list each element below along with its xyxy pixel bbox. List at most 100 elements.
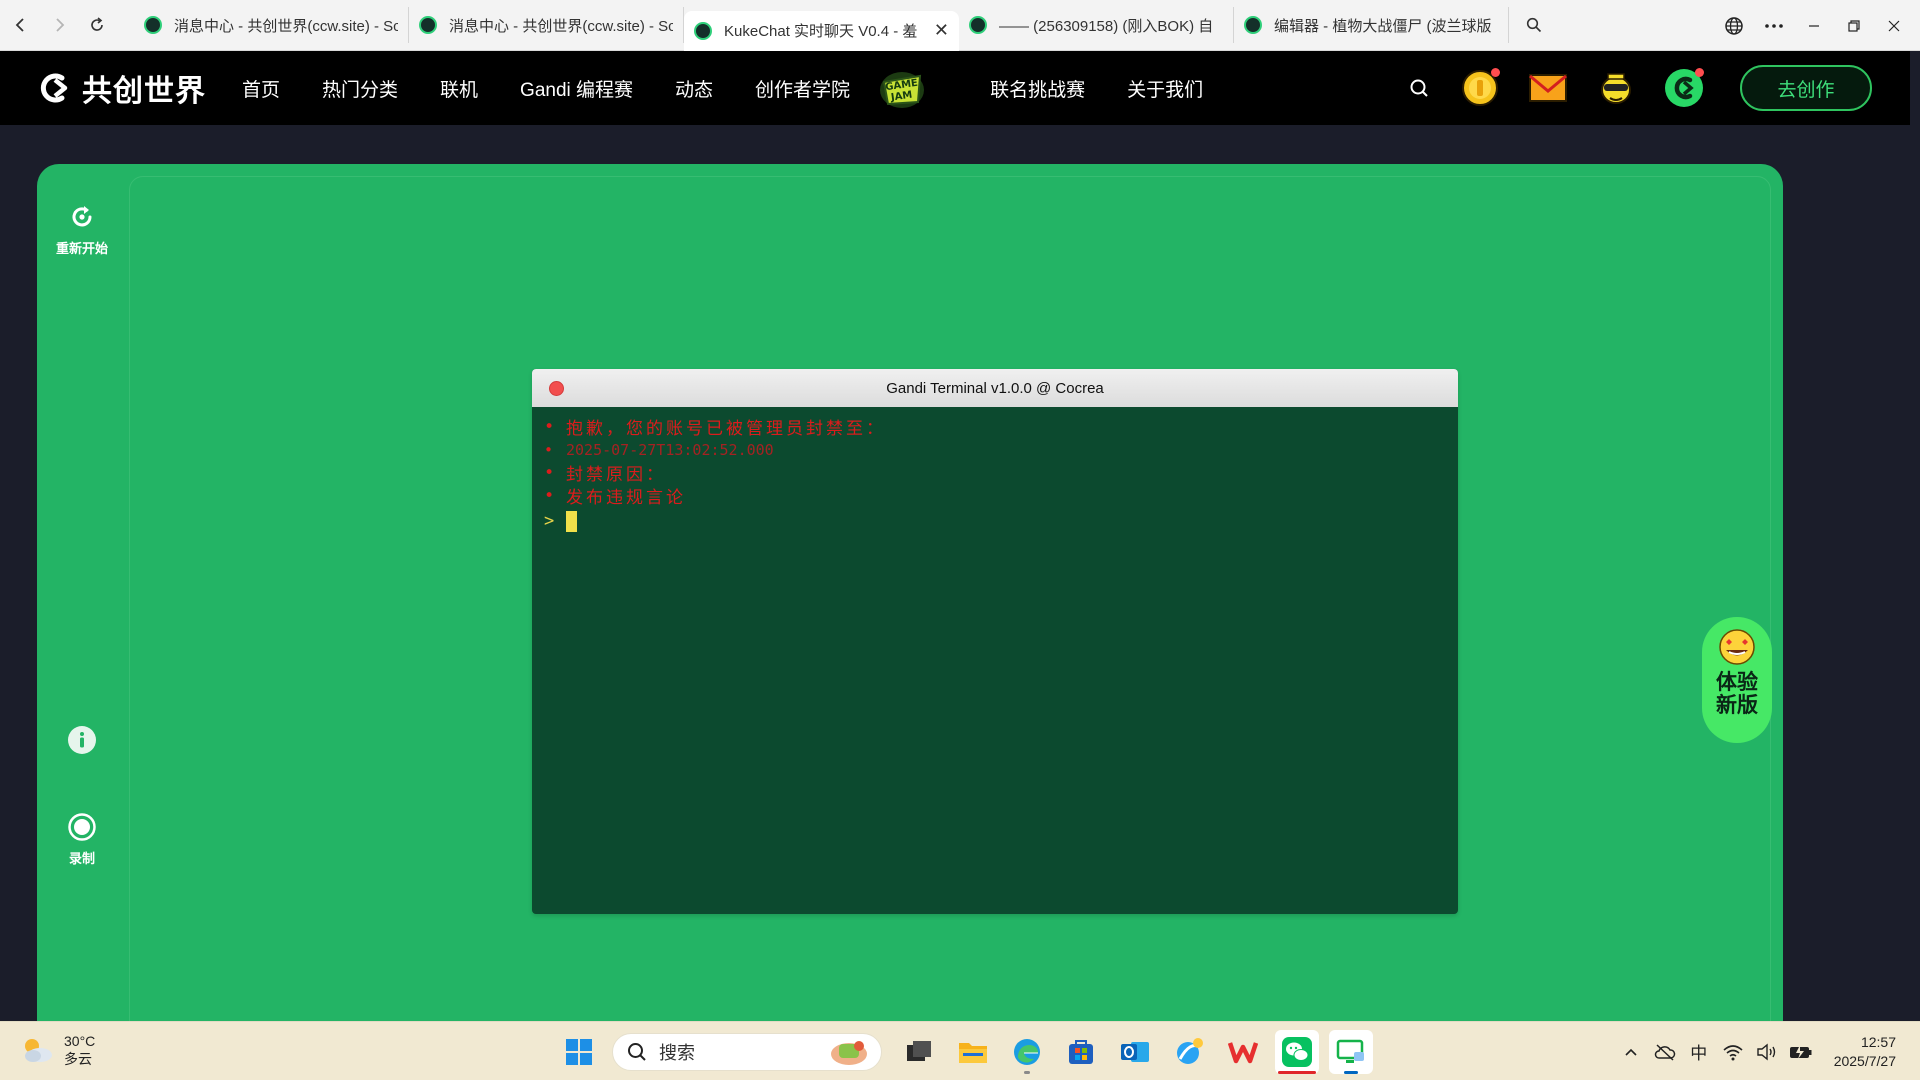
user-avatar-button[interactable] [1662,66,1706,110]
browser-tab-active[interactable]: KukeChat 实时聊天 V0.4 - 羞 ✕ [684,10,959,51]
weather-widget[interactable]: 30°C 多云 [20,1032,95,1068]
reload-button[interactable] [80,8,114,42]
prompt-symbol: > [544,511,555,531]
terminal-window[interactable]: Gandi Terminal v1.0.0 @ Cocrea • 抱歉，您的账号… [532,369,1458,914]
ccw-favicon-icon [1244,16,1262,34]
cloud-offline-icon [1654,1043,1675,1061]
browser-toolbar: 消息中心 - 共创世界(ccw.site) - Sc 消息中心 - 共创世界(c… [0,0,1920,51]
project-player-panel: 重新开始 录制 Gandi Terminal v1.0.0 @ Cocrea •… [37,164,1783,1024]
avatar-notification-dot [1695,68,1704,77]
main-nav: 首页 热门分类 联机 Gandi 编程赛 动态 创作者学院 GAME JAM 联… [242,64,1245,112]
taskbar-search[interactable]: 搜索 [612,1033,882,1071]
input-method-button[interactable]: 中 [1684,1037,1714,1067]
browser-tab[interactable]: 消息中心 - 共创世界(ccw.site) - Sc [134,7,409,43]
gamejam-logo-icon[interactable]: GAME JAM [876,64,928,112]
tab-search-button[interactable] [1517,8,1551,42]
wifi-button[interactable] [1718,1037,1748,1067]
translate-button[interactable] [1714,6,1754,46]
wps-button[interactable] [1221,1030,1265,1074]
clock-time: 12:57 [1860,1033,1896,1050]
system-clock[interactable]: 12:57 2025/7/27 [1834,1033,1896,1071]
speaker-icon [1757,1043,1775,1060]
nav-home[interactable]: 首页 [242,75,280,102]
nav-hot-categories[interactable]: 热门分类 [322,75,398,102]
restart-button[interactable]: 重新开始 [37,202,127,257]
line-text: 发布违规言论 [566,488,686,508]
start-button[interactable] [557,1030,601,1074]
site-search-button[interactable] [1404,66,1434,110]
battery-charging-icon [1789,1044,1812,1059]
nav-about-us[interactable]: 关于我们 [1127,75,1203,102]
browser-tab[interactable]: 编辑器 - 植物大战僵尸 (波兰球版 [1234,7,1509,43]
search-highlight-icon [831,1041,867,1065]
browser-tab[interactable]: —— (256309158) (刚入BOK) 自 [959,7,1234,43]
coin-button[interactable] [1458,66,1502,110]
create-button[interactable]: 去创作 [1740,65,1872,111]
terminal-line: • 抱歉，您的账号已被管理员封禁至： [544,415,1446,440]
nav-gandi-contest[interactable]: Gandi 编程赛 [520,75,633,102]
mascot-icon [1601,73,1631,104]
terminal-prompt[interactable]: > [544,507,1446,535]
line-text: 抱歉，您的账号已被管理员封禁至： [566,419,886,439]
remote-desktop-button[interactable] [1329,1030,1373,1074]
more-dots-icon [1765,23,1783,28]
terminal-close-icon[interactable] [549,381,564,396]
try-new-version-button[interactable]: 体验新版 [1702,617,1772,743]
windows-logo-icon [566,1039,592,1065]
text-cursor [566,510,577,532]
wechat-icon [1282,1037,1312,1067]
ccw-logo-icon [40,73,68,103]
battery-button[interactable] [1786,1037,1816,1067]
onedrive-button[interactable] [1650,1037,1680,1067]
record-button[interactable]: 录制 [37,812,127,867]
site-logo[interactable]: 共创世界 [38,66,206,110]
file-explorer-button[interactable] [951,1030,995,1074]
edge-browser-button[interactable] [1005,1030,1049,1074]
nav-feed[interactable]: 动态 [675,75,713,102]
windows-taskbar: 30°C 多云 搜索 中 12:57 2025/7/27 [0,1021,1920,1080]
qq-browser-button[interactable] [1167,1030,1211,1074]
store-icon [1069,1040,1093,1064]
forward-button[interactable] [42,8,76,42]
tasks-button[interactable] [1594,66,1638,110]
close-window-button[interactable] [1874,6,1914,46]
task-view-icon [907,1041,931,1061]
more-menu-button[interactable] [1754,6,1794,46]
tab-strip: 消息中心 - 共创世界(ccw.site) - Sc 消息中心 - 共创世界(c… [134,0,1551,51]
minimize-button[interactable] [1794,6,1834,46]
ccw-favicon-icon [419,16,437,34]
messages-button[interactable] [1526,66,1570,110]
header-actions: 去创作 [1380,51,1872,125]
record-icon [68,813,96,841]
back-button[interactable] [4,8,38,42]
terminal-line: • 2025-07-27T13:02:52.000 [544,438,1446,461]
terminal-line: • 封禁原因： [544,461,1446,486]
coin-notification-dot [1491,68,1500,77]
browser-tab[interactable]: 消息中心 - 共创世界(ccw.site) - Sc [409,7,684,43]
show-hidden-icons-button[interactable] [1616,1037,1646,1067]
line-bullet: • [544,416,555,437]
ccw-favicon-icon [694,21,712,40]
nav-collab-challenge[interactable]: 联名挑战赛 [990,75,1085,102]
wps-icon [1228,1042,1258,1064]
close-tab-icon[interactable]: ✕ [934,20,949,41]
nav-creator-academy[interactable]: 创作者学院 [755,75,850,102]
remote-desktop-icon [1336,1039,1364,1063]
page-scrollbar[interactable] [1910,51,1920,1021]
minimize-icon [1809,24,1819,27]
arrow-right-icon [56,18,65,32]
qq-browser-icon [1177,1038,1203,1064]
mail-icon [1529,74,1567,102]
globe-icon [1725,16,1743,35]
outlook-button[interactable] [1113,1030,1157,1074]
wechat-button[interactable] [1275,1030,1319,1074]
nav-online[interactable]: 联机 [440,75,478,102]
tab-title: 消息中心 - 共创世界(ccw.site) - Sc [174,17,398,35]
restore-button[interactable] [1834,6,1874,46]
info-button[interactable] [37,725,127,761]
folder-icon [959,1043,987,1063]
volume-button[interactable] [1752,1037,1782,1067]
store-button[interactable] [1059,1030,1103,1074]
task-view-button[interactable] [897,1030,941,1074]
info-icon [68,726,96,754]
